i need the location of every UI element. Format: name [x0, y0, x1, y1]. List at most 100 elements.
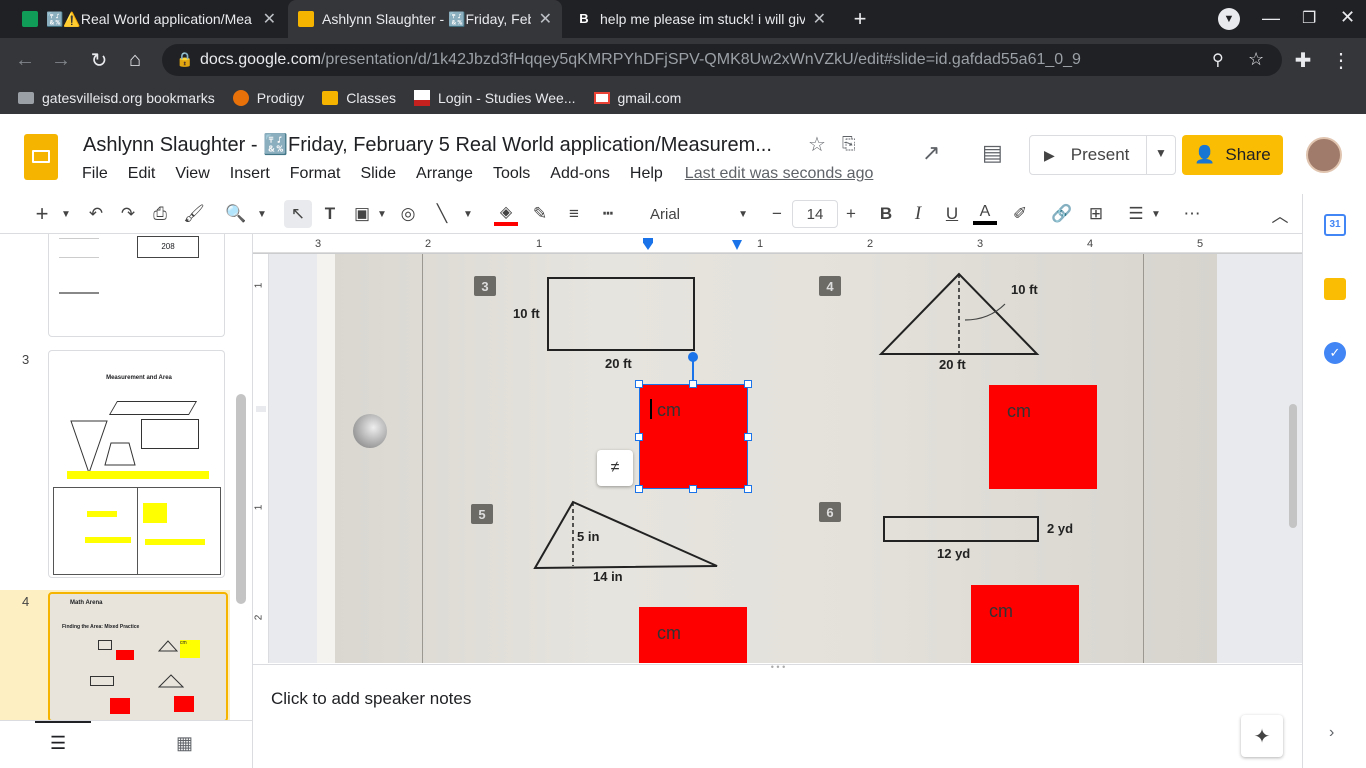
calendar-icon[interactable]: 31 [1324, 214, 1346, 236]
avatar[interactable] [1306, 137, 1342, 173]
resize-handle[interactable] [744, 433, 752, 441]
border-dash-icon[interactable]: ┅ [596, 200, 620, 228]
slide[interactable]: 3 10 ft 20 ft 4 10 ft 20 ft 5 5 in 14 in… [317, 254, 1217, 663]
menu-help[interactable]: Help [630, 165, 663, 183]
resize-handle[interactable] [744, 485, 752, 493]
doc-title[interactable]: Ashlynn Slaughter - 🔣Friday, February 5 … [83, 132, 772, 157]
notes-drag-handle[interactable]: • • • [758, 663, 798, 672]
browser-tab-3[interactable]: B help me please im stuck! i will giv ✕ [566, 0, 836, 38]
explore-icon[interactable]: ✦ [1241, 715, 1283, 757]
slides-logo-icon[interactable] [24, 134, 58, 180]
tab-search-icon[interactable]: ▼ [1218, 8, 1240, 30]
extensions-icon[interactable]: ✚ [1286, 38, 1320, 82]
canvas-scrollbar[interactable] [1289, 404, 1297, 528]
back-button[interactable]: ← [8, 38, 42, 82]
bookmark-gmail[interactable]: gmail.com [593, 90, 681, 106]
resize-handle[interactable] [689, 485, 697, 493]
url-input[interactable]: 🔒 docs.google.com/presentation/d/1k42Jbz… [162, 44, 1282, 76]
undo-icon[interactable]: ↶ [84, 200, 108, 228]
slide-thumbnail-4[interactable]: Math Arena Finding the Area: Mixed Pract… [48, 592, 228, 720]
expand-panel-icon[interactable]: › [1329, 724, 1334, 742]
move-folder-icon[interactable]: ⎘ [842, 134, 856, 154]
bold-icon[interactable]: B [874, 200, 898, 228]
font-size-input[interactable]: 14 [792, 200, 838, 228]
highlight-icon[interactable]: ✐ [1008, 200, 1032, 228]
image-icon[interactable]: ▣ [350, 200, 374, 228]
font-size-increase-button[interactable]: + [840, 200, 862, 228]
answer-box[interactable]: cm [971, 585, 1079, 663]
browser-tab-2[interactable]: Ashlynn Slaughter - 🔣Friday, Feb ✕ [288, 0, 562, 38]
close-icon[interactable]: ✕ [539, 9, 552, 29]
font-family-select[interactable]: Arial ▼ [640, 200, 758, 228]
resize-handle[interactable] [635, 380, 643, 388]
line-icon[interactable]: ╲ [430, 200, 454, 228]
more-menu-icon[interactable]: ⋮ [1324, 38, 1358, 82]
share-button[interactable]: 👤 Share [1182, 135, 1283, 175]
slide-thumbnail-3[interactable]: Measurement and Area [48, 350, 225, 578]
forward-button[interactable]: → [44, 38, 78, 82]
resize-handle[interactable] [635, 485, 643, 493]
filmstrip-scrollbar[interactable] [236, 394, 246, 604]
rotate-handle[interactable] [688, 352, 698, 362]
underline-icon[interactable]: U [940, 200, 964, 228]
speaker-notes[interactable]: • • • Click to add speaker notes ✦ [253, 663, 1302, 768]
keep-icon[interactable] [1324, 278, 1346, 300]
shape-icon[interactable]: ◎ [396, 200, 420, 228]
link-icon[interactable]: 🔗 [1050, 200, 1074, 228]
home-button[interactable]: ⌂ [118, 38, 152, 82]
more-options-icon[interactable]: ⋯ [1180, 200, 1204, 228]
menu-edit[interactable]: Edit [128, 165, 156, 183]
text-color-icon[interactable]: A [972, 200, 998, 228]
grid-view-icon[interactable]: ▦ [176, 733, 193, 754]
add-comment-icon[interactable]: ⊞ [1084, 200, 1108, 228]
image-dropdown-icon[interactable]: ▼ [374, 200, 390, 228]
resize-handle[interactable] [689, 380, 697, 388]
activity-icon[interactable]: ↗ [922, 140, 940, 166]
bookmark-star-icon[interactable]: ☆ [1248, 49, 1264, 70]
bookmark-folder[interactable]: gatesvilleisd.org bookmarks [18, 90, 215, 106]
border-weight-icon[interactable]: ≡ [562, 200, 586, 228]
menu-view[interactable]: View [175, 165, 209, 183]
browser-tab-1[interactable]: 🔣⚠️Real World application/Mea ✕ [12, 0, 286, 38]
new-slide-dropdown-icon[interactable]: ▼ [58, 200, 74, 228]
align-icon[interactable]: ☰ [1124, 200, 1148, 228]
slide-thumbnail-2[interactable]: 208 [48, 234, 225, 337]
close-icon[interactable]: ✕ [813, 9, 826, 29]
restore-button[interactable]: ❐ [1302, 8, 1316, 28]
present-dropdown-icon[interactable]: ▼ [1155, 146, 1167, 160]
menu-arrange[interactable]: Arrange [416, 165, 473, 183]
zoom-dropdown-icon[interactable]: ▼ [254, 200, 270, 228]
filmstrip-view-icon[interactable]: ☰ [50, 733, 66, 754]
star-icon[interactable]: ☆ [808, 132, 826, 157]
fill-color-icon[interactable]: ◈ [492, 200, 520, 228]
menu-file[interactable]: File [82, 165, 108, 183]
bookmark-studies[interactable]: Login - Studies Wee... [414, 90, 576, 106]
close-icon[interactable]: ✕ [263, 9, 276, 29]
menu-slide[interactable]: Slide [360, 165, 396, 183]
zoom-icon[interactable]: 🔍 [224, 200, 248, 228]
bookmark-classes[interactable]: Classes [322, 90, 396, 106]
select-cursor-icon[interactable]: ↖ [284, 200, 312, 228]
new-slide-button[interactable]: + [30, 200, 54, 228]
resize-handle[interactable] [635, 433, 643, 441]
line-dropdown-icon[interactable]: ▼ [460, 200, 476, 228]
border-color-icon[interactable]: ✎ [528, 200, 552, 228]
text-box-icon[interactable]: T [318, 200, 342, 228]
resize-handle[interactable] [744, 380, 752, 388]
menu-format[interactable]: Format [290, 165, 341, 183]
print-icon[interactable]: ⎙ [148, 200, 172, 228]
bookmark-prodigy[interactable]: Prodigy [232, 90, 304, 106]
collapse-toolbar-icon[interactable]: ︿ [1268, 200, 1292, 228]
menu-addons[interactable]: Add-ons [550, 165, 610, 183]
italic-icon[interactable]: I [906, 200, 930, 228]
paint-format-icon[interactable]: 🖌 [182, 200, 206, 228]
reload-button[interactable]: ↻ [82, 38, 116, 82]
menu-tools[interactable]: Tools [493, 165, 530, 183]
new-tab-button[interactable]: + [848, 6, 872, 32]
link-suggestion-icon[interactable]: ≠ [597, 450, 633, 486]
answer-box[interactable]: cm [989, 385, 1097, 489]
last-edit-link[interactable]: Last edit was seconds ago [685, 165, 874, 183]
answer-box[interactable]: cm [639, 607, 747, 663]
present-button[interactable]: ▶ Present ▼ [1029, 135, 1176, 175]
redo-icon[interactable]: ↷ [116, 200, 140, 228]
